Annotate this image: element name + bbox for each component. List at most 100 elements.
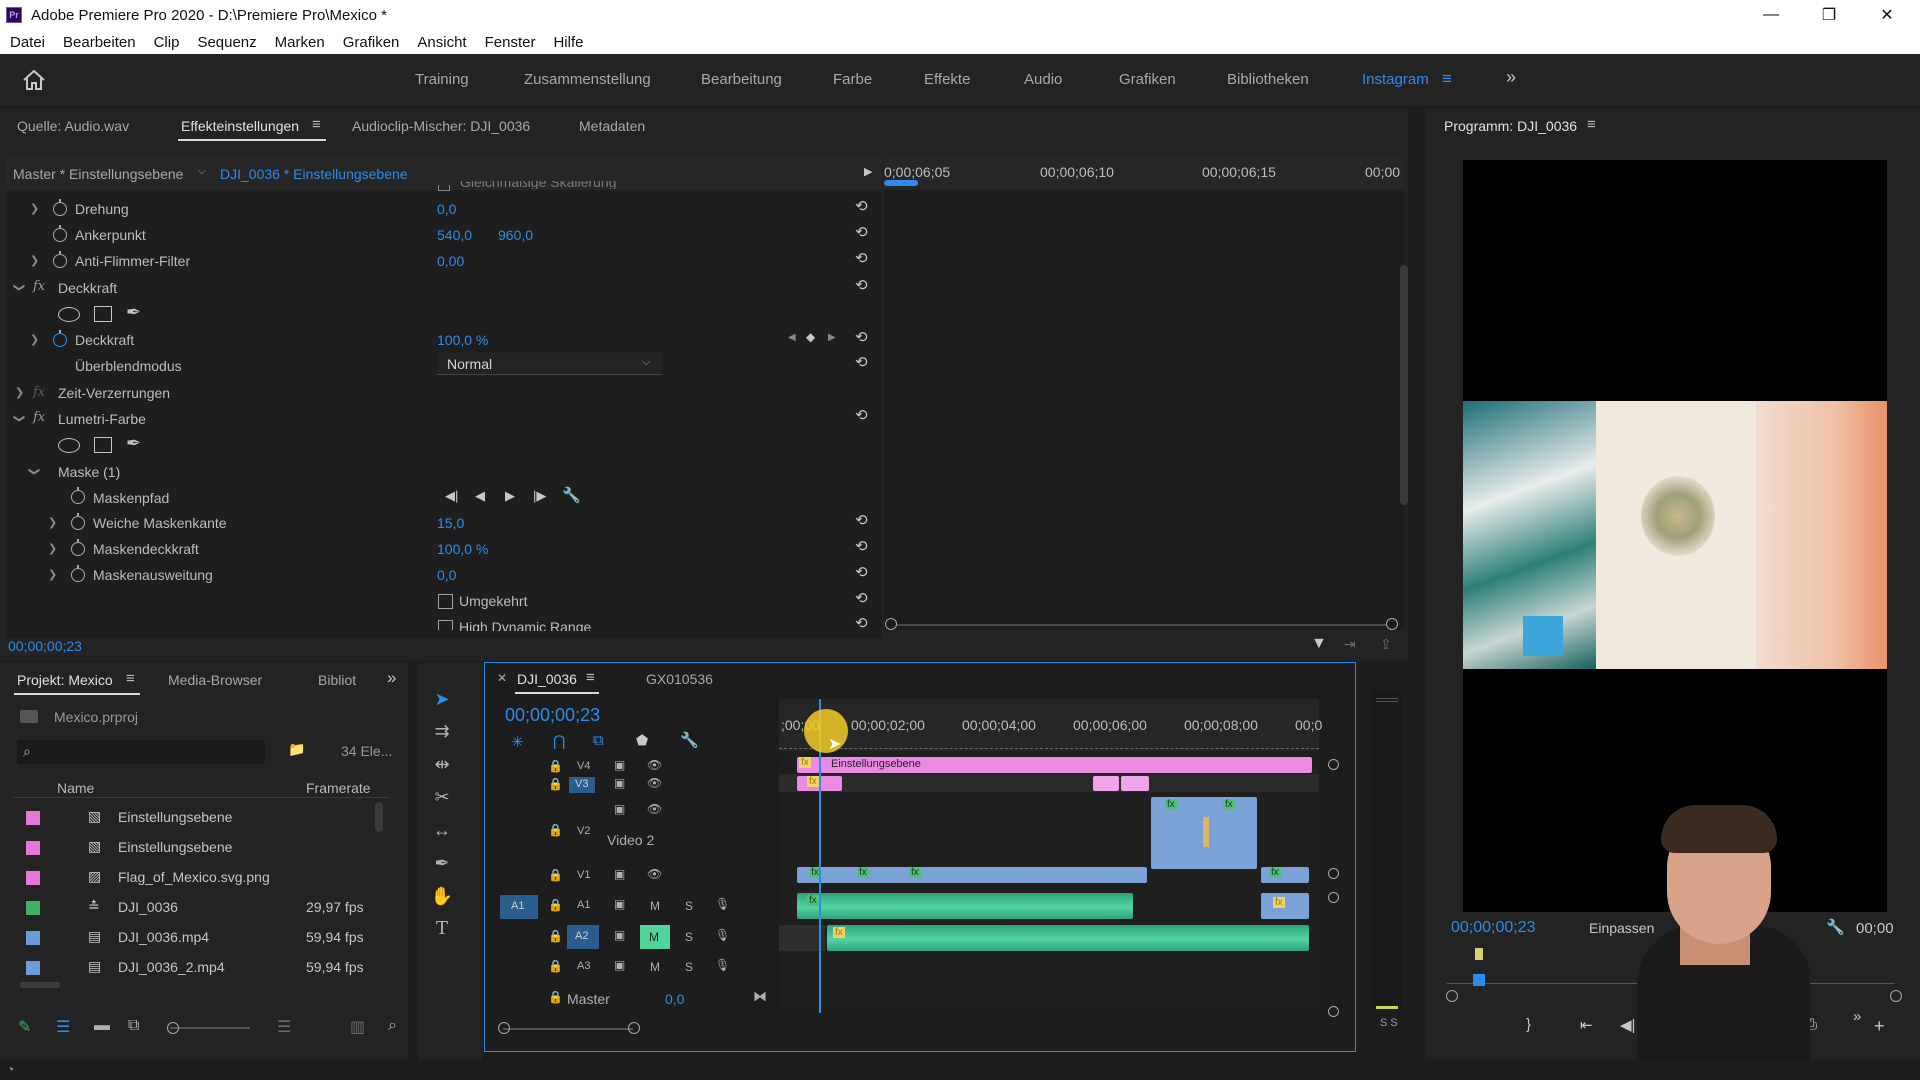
list-item[interactable]: ▨ Flag_of_Mexico.svg.png (14, 863, 394, 893)
menu-grafiken[interactable]: Grafiken (343, 34, 400, 51)
effect-timecode[interactable]: 00;00;00;23 (8, 638, 82, 654)
list-item[interactable]: ▤ DJI_0036.mp4 59,94 fps (14, 923, 394, 953)
timeline-ruler[interactable]: ;00;00 00;00;02;00 00;00;04;00 00;00;06;… (779, 699, 1322, 751)
mark-out-icon[interactable]: } (1526, 1016, 1531, 1033)
ankerpunkt-stopwatch-icon[interactable] (53, 225, 67, 242)
v3-clip-2[interactable] (1093, 776, 1119, 791)
v4-label[interactable]: V4 (577, 760, 590, 772)
effect-playhead[interactable] (884, 180, 918, 186)
a2-mute-button[interactable]: M (640, 925, 670, 949)
workspace-effekte[interactable]: Effekte (924, 71, 970, 88)
home-icon[interactable] (22, 69, 46, 91)
a2-target-button[interactable]: A2 (567, 925, 599, 949)
ankerpunkt-y-value[interactable]: 960,0 (498, 227, 533, 243)
a3-voiceover-mic-icon[interactable]: 🎙 (715, 958, 730, 972)
zoom-slider-track[interactable] (170, 1027, 250, 1029)
timeline-settings-wrench-icon[interactable]: 🔧 (680, 731, 699, 749)
mask-tracking-wrench-icon[interactable]: 🔧 (562, 486, 581, 504)
program-settings-wrench-icon[interactable]: 🔧 (1826, 918, 1845, 936)
tab-sequence-dji-0036[interactable]: DJI_0036 (517, 671, 577, 687)
sort-icon[interactable]: ☰ (277, 1017, 291, 1037)
go-to-in-icon[interactable]: ⇤ (1580, 1016, 1593, 1034)
a2-voiceover-mic-icon[interactable]: 🎙 (715, 928, 730, 942)
adjustment-layer-clip[interactable]: fx Einstellungsebene (797, 757, 1312, 773)
ausweitung-value[interactable]: 0,0 (437, 567, 456, 583)
a1-mute-button[interactable]: M (650, 899, 660, 913)
lumetri-collapse-icon[interactable]: ❯ (13, 414, 26, 423)
audio-scroll-handle-top[interactable] (1328, 892, 1339, 903)
effect-controls-scrollbar[interactable] (1400, 265, 1408, 505)
lumetri-pen-mask-icon[interactable]: ✒ (126, 433, 141, 454)
blendmode-reset-icon[interactable]: ⟲ (855, 353, 868, 371)
list-item[interactable]: ▧ Einstellungsebene (14, 803, 394, 833)
label-color-swatch[interactable] (26, 931, 40, 945)
nest-toggle-icon[interactable]: ✳ (511, 733, 524, 751)
master-lock-icon[interactable]: 🔒 (548, 990, 563, 1004)
ripple-edit-tool-icon[interactable]: ⇹ (429, 751, 455, 777)
workspace-farbe[interactable]: Farbe (833, 71, 872, 88)
v1-clip-1[interactable]: fx fx fx (797, 867, 1147, 883)
v2-eye-icon[interactable]: 👁 (647, 802, 662, 816)
track-backward-all-icon[interactable]: ◀| (445, 488, 458, 504)
menu-clip[interactable]: Clip (154, 34, 180, 51)
mask-collapse-icon[interactable]: ❯ (28, 467, 41, 476)
blendmode-select[interactable]: Normal ⌵ (437, 353, 662, 375)
menu-marken[interactable]: Marken (275, 34, 325, 51)
tab-audio-clip-mixer[interactable]: Audioclip-Mischer: DJI_0036 (352, 118, 530, 134)
v2-clip[interactable]: fx fx (1151, 797, 1257, 869)
hdr-checkbox[interactable] (438, 620, 453, 630)
close-sequence-icon[interactable]: ✕ (497, 671, 507, 685)
umgekehrt-reset-icon[interactable]: ⟲ (855, 589, 868, 607)
ausweitung-stopwatch-icon[interactable] (71, 565, 85, 582)
v2-lock-icon[interactable]: 🔒 (548, 823, 563, 837)
menu-ansicht[interactable]: Ansicht (417, 34, 466, 51)
workspace-bibliotheken[interactable]: Bibliotheken (1227, 71, 1309, 88)
workspace-instagram[interactable]: Instagram (1362, 71, 1429, 88)
snap-magnet-icon[interactable]: ⋂ (553, 732, 565, 750)
tab-media-browser[interactable]: Media-Browser (168, 672, 262, 688)
workspace-menu-icon[interactable]: ≡ (1442, 69, 1452, 89)
v2-label[interactable]: V2 (577, 825, 590, 837)
master-volume-value[interactable]: 0,0 (665, 991, 684, 1007)
tab-effect-controls[interactable]: Effekteinstellungen (181, 118, 299, 134)
drehung-expand-icon[interactable]: ❯ (30, 202, 39, 215)
audio-scroll-handle-bottom[interactable] (1328, 1006, 1339, 1017)
lumetri-ellipse-mask-icon[interactable] (58, 438, 80, 453)
uniform-scale-checkbox[interactable] (438, 185, 450, 191)
a3-mute-button[interactable]: M (650, 960, 660, 974)
drehung-reset-icon[interactable]: ⟲ (855, 197, 868, 215)
video-scroll-handle-bottom[interactable] (1328, 868, 1339, 879)
razor-tool-icon[interactable]: ✂ (429, 784, 455, 810)
label-color-swatch[interactable] (26, 841, 40, 855)
minimize-button[interactable]: — (1742, 0, 1800, 30)
close-button[interactable]: ✕ (1858, 0, 1916, 30)
weiche-expand-icon[interactable]: ❯ (48, 516, 57, 529)
track-area[interactable] (779, 753, 1319, 1013)
maskendeck-expand-icon[interactable]: ❯ (48, 542, 57, 555)
v3-eye-icon[interactable]: 👁 (647, 776, 662, 790)
v1-clip-2[interactable]: fx (1261, 867, 1309, 883)
antiflimmer-reset-icon[interactable]: ⟲ (855, 249, 868, 267)
program-overflow-icon[interactable]: » (1853, 1008, 1861, 1025)
tab-source[interactable]: Quelle: Audio.wav (17, 118, 129, 134)
zoom-slider-handle[interactable] (167, 1022, 179, 1034)
project-menu-icon[interactable]: ≡ (126, 670, 135, 687)
maskendeck-value[interactable]: 100,0 % (437, 541, 488, 557)
icon-view-icon[interactable]: ▬ (94, 1017, 110, 1035)
ausweitung-reset-icon[interactable]: ⟲ (855, 563, 868, 581)
deckkraft-expand-icon[interactable]: ❯ (30, 333, 39, 346)
a1-sync-icon[interactable]: ▣ (614, 897, 625, 911)
track-backward-icon[interactable]: ◀ (475, 488, 485, 504)
v2-track-name[interactable]: Video 2 (607, 832, 654, 848)
linked-selection-icon[interactable]: ⧉ (593, 732, 604, 749)
panel-menu-icon[interactable]: ≡ (312, 116, 321, 133)
antiflimmer-stopwatch-icon[interactable] (53, 251, 67, 268)
a2-lock-icon[interactable]: 🔒 (548, 929, 563, 943)
a2-audio-clip[interactable]: fx (827, 925, 1309, 951)
workspace-training[interactable]: Training (415, 71, 469, 88)
program-menu-icon[interactable]: ≡ (1587, 116, 1596, 133)
deckkraft-group-collapse-icon[interactable]: ❯ (13, 283, 26, 292)
a2-solo-button[interactable]: S (685, 930, 693, 944)
list-view-icon[interactable]: ☰ (56, 1017, 70, 1037)
project-search-input[interactable]: ⌕ (17, 740, 265, 764)
